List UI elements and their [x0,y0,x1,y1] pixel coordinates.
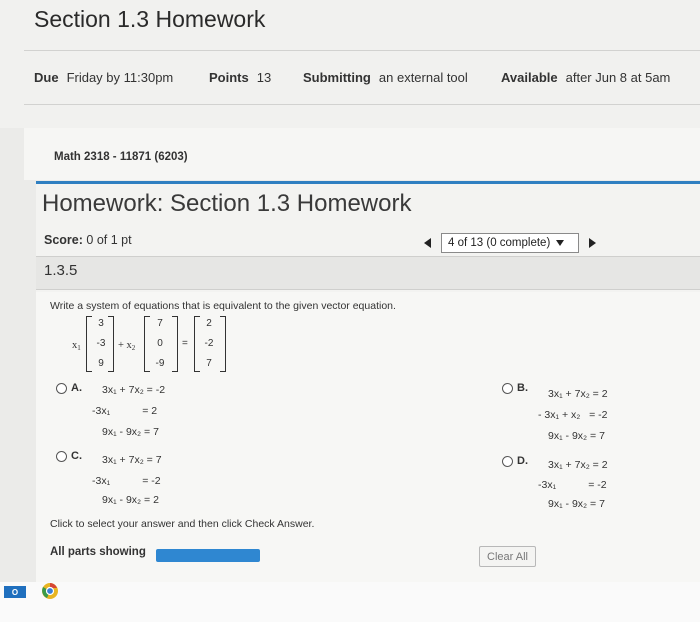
option-a[interactable]: A. [56,382,82,394]
homework-title: Homework: Section 1.3 Homework [42,190,412,217]
vector-entry: 0 [157,338,163,349]
detail-label: Available [501,70,558,85]
parts-showing-label: All parts showing [50,546,146,558]
detail-available: Available after Jun 8 at 5am [501,70,670,85]
clear-all-button[interactable]: Clear All [479,546,536,567]
equation: 3x₁ + 7x₂ = 2 [548,388,608,400]
equation: - 3x₁ + x₂ = -2 [538,409,608,421]
option-letter: B. [517,382,528,394]
detail-label: Points [209,70,249,85]
question-navigator: 4 of 13 (0 complete) [418,232,614,254]
equals-sign: = [182,338,188,349]
score: Score: 0 of 1 pt [44,233,132,247]
option-letter: A. [71,382,82,394]
option-letter: D. [517,455,528,467]
outlook-icon[interactable]: O [4,586,26,598]
course-name: Math 2318 - 11871 (6203) [54,151,188,163]
score-label: Score: [44,233,83,247]
divider [24,104,700,105]
question-header-bar [36,256,700,290]
previous-question-icon[interactable] [424,238,431,248]
detail-label: Submitting [303,70,371,85]
detail-value: 13 [256,70,272,85]
detail-due: Due Friday by 11:30pm [34,70,173,85]
option-letter: C. [71,450,82,462]
vector-entry: 3 [98,318,104,329]
next-question-icon[interactable] [589,238,596,248]
chevron-down-icon [556,240,565,246]
x1-coefficient: x1 [72,340,81,352]
option-b-radio[interactable] [502,382,513,394]
chrome-icon[interactable] [40,582,60,600]
vector-entry: 2 [206,318,212,329]
instruction-text: Click to select your answer and then cli… [50,518,315,530]
question-prompt: Write a system of equations that is equi… [50,300,396,312]
assignment-title: Section 1.3 Homework [34,6,266,32]
equation: 9x₁ - 9x₂ = 7 [548,430,605,442]
equation: 9x₁ - 9x₂ = 7 [548,498,605,510]
detail-value: after Jun 8 at 5am [565,70,671,85]
detail-label: Due [34,70,59,85]
bracket-right [220,316,226,372]
x2-coefficient: + x2 [118,340,136,352]
option-c[interactable]: C. [56,450,82,462]
option-d[interactable]: D. [502,455,528,467]
equation: -3x₁ = -2 [92,475,161,487]
equation: 3x₁ + 7x₂ = 2 [548,459,608,471]
equation: 3x₁ + 7x₂ = 7 [102,454,162,466]
detail-value: Friday by 11:30pm [66,70,174,85]
equation: 9x₁ - 9x₂ = 7 [102,426,159,438]
equation: -3x₁ = 2 [92,405,158,417]
vector-entry: 7 [206,358,212,369]
detail-points: Points 13 [209,70,271,85]
vector-entry: 7 [157,318,163,329]
equation: -3x₁ = -2 [538,479,607,491]
bracket-right [108,316,114,372]
outlook-badge: O [11,587,19,597]
score-value: 0 of 1 pt [86,233,132,247]
question-number: 1.3.5 [44,262,78,279]
vector-entry: -2 [204,338,214,349]
equation: 9x₁ - 9x₂ = 2 [102,494,159,506]
divider [24,50,700,51]
parts-progress-bar [156,549,260,562]
bracket-right [172,316,178,372]
question-select[interactable]: 4 of 13 (0 complete) [441,233,579,253]
detail-submitting: Submitting an external tool [303,70,468,85]
option-d-radio[interactable] [502,455,513,467]
detail-value: an external tool [378,70,468,85]
option-c-radio[interactable] [56,450,67,462]
equation: 3x₁ + 7x₂ = -2 [102,384,166,396]
taskbar [0,582,700,622]
option-b[interactable]: B. [502,382,528,394]
question-select-value: 4 of 13 (0 complete) [448,237,551,249]
vector-entry: -9 [155,358,165,369]
vector-entry: 9 [98,358,104,369]
option-a-radio[interactable] [56,382,67,394]
